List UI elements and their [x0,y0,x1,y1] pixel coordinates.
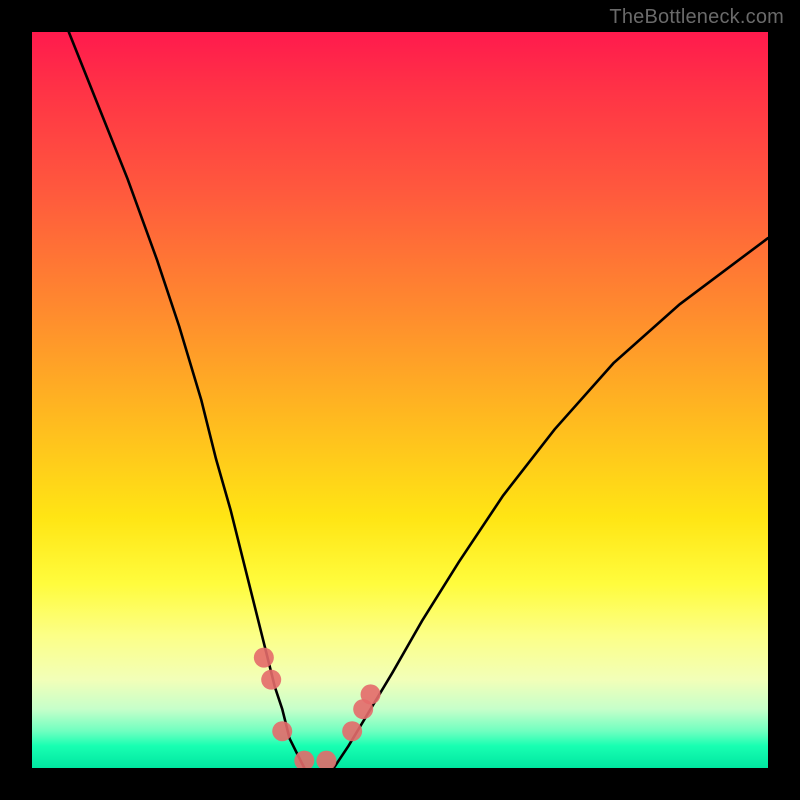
marker-point [254,648,274,668]
watermark-text: TheBottleneck.com [609,6,784,29]
marker-point [361,684,381,704]
curve-svg [32,32,768,768]
chart-frame: TheBottleneck.com [0,0,800,800]
marker-point [261,670,281,690]
marker-group [254,648,381,768]
marker-point [316,751,336,768]
plot-area [32,32,768,768]
curve-right-branch [334,238,768,768]
marker-point [342,721,362,741]
marker-point [272,721,292,741]
